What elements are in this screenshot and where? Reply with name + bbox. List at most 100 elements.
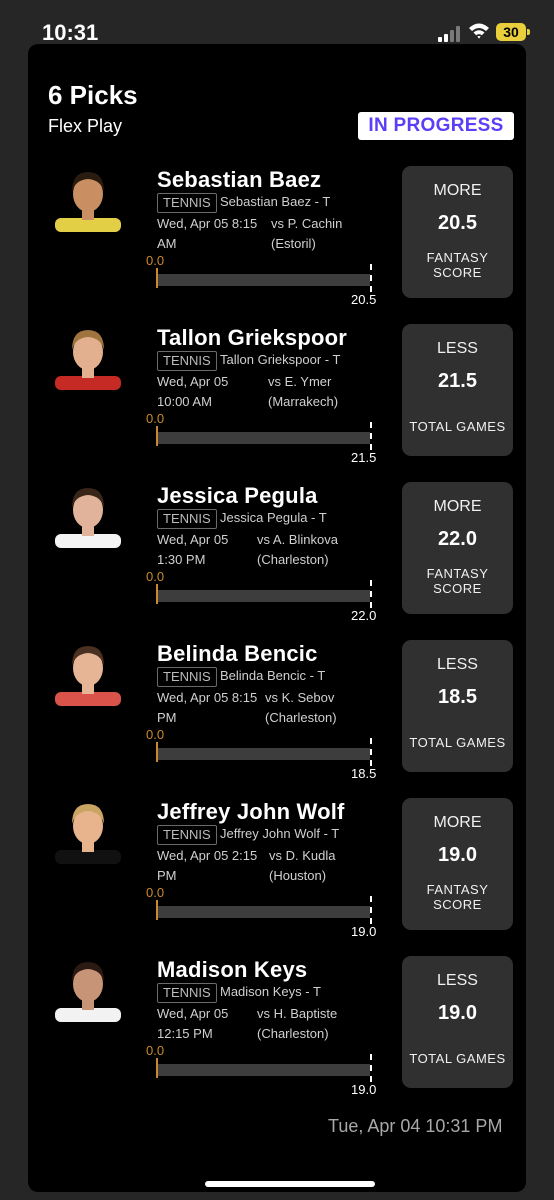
game-date: Wed, Apr 05 2:15 xyxy=(157,848,258,863)
opponent: vs H. Baptiste xyxy=(257,1006,338,1021)
projection-box[interactable]: LESS 18.5 TOTAL GAMES xyxy=(402,640,513,772)
target-line-value: 19.0 xyxy=(351,924,377,939)
player-name: Madison Keys xyxy=(157,957,308,982)
target-line-value: 21.5 xyxy=(351,450,377,465)
pick-card-6[interactable]: Madison Keys TENNIS Madison Keys - T Wed… xyxy=(0,956,554,1114)
target-line-value: 18.5 xyxy=(351,766,377,781)
current-value: 0.0 xyxy=(146,727,165,742)
game-time: 10:00 AM xyxy=(157,394,212,409)
target-line-value: 19.0 xyxy=(351,1082,377,1097)
pick-card-3[interactable]: Jessica Pegula TENNIS Jessica Pegula - T… xyxy=(0,482,554,640)
pick-card-2[interactable]: Tallon Griekspoor TENNIS Tallon Griekspo… xyxy=(0,324,554,482)
target-line-value: 22.0 xyxy=(351,608,377,623)
player-avatar xyxy=(55,172,121,232)
projection-value: 18.5 xyxy=(438,686,477,708)
stat-type: TOTAL GAMES xyxy=(409,1051,506,1066)
player-name: Jessica Pegula xyxy=(157,483,318,508)
sport-tag: TENNIS xyxy=(157,667,217,687)
stat-type-second-line: SCORE xyxy=(433,581,482,596)
progress-start-marker xyxy=(156,900,158,920)
projection-direction: MORE xyxy=(433,814,482,831)
projection-box[interactable]: MORE 20.5 FANTASY SCORE xyxy=(402,166,513,298)
player-name: Tallon Griekspoor xyxy=(157,325,348,350)
tournament: (Estoril) xyxy=(271,236,316,251)
tournament: (Charleston) xyxy=(257,1026,329,1041)
player-avatar xyxy=(55,804,121,864)
game-time: AM xyxy=(157,236,177,251)
game-date: Wed, Apr 05 8:15 xyxy=(157,216,258,231)
sport-tag: TENNIS xyxy=(157,509,217,529)
pick-label: Jeffrey John Wolf - T xyxy=(220,826,340,841)
tournament: (Charleston) xyxy=(257,552,329,567)
projection-value: 21.5 xyxy=(438,370,477,392)
player-name: Sebastian Baez xyxy=(157,167,322,192)
game-date: Wed, Apr 05 xyxy=(157,532,229,547)
cellular-signal-icon xyxy=(438,26,464,42)
progress-bar xyxy=(157,590,370,602)
projection-box[interactable]: LESS 19.0 TOTAL GAMES xyxy=(402,956,513,1088)
current-value: 0.0 xyxy=(146,411,165,426)
pick-label: Belinda Bencic - T xyxy=(220,668,326,683)
sport-tag: TENNIS xyxy=(157,825,217,845)
tournament: (Marrakech) xyxy=(268,394,339,409)
progress-start-marker xyxy=(156,742,158,762)
projection-direction: MORE xyxy=(433,182,482,199)
player-avatar xyxy=(55,962,121,1022)
progress-start-marker xyxy=(156,426,158,446)
battery-tip xyxy=(527,29,530,35)
progress-start-marker xyxy=(156,584,158,604)
target-line-marker xyxy=(370,738,372,766)
sport-tag: TENNIS xyxy=(157,351,217,371)
sport-tag: TENNIS xyxy=(157,193,217,213)
home-indicator[interactable] xyxy=(205,1181,375,1187)
target-line-marker xyxy=(370,896,372,924)
progress-bar xyxy=(157,274,370,286)
pick-label: Tallon Griekspoor - T xyxy=(220,352,341,367)
pick-label: Sebastian Baez - T xyxy=(220,194,331,209)
stat-type-second-line: SCORE xyxy=(433,897,482,912)
battery-icon: 30 xyxy=(496,23,526,41)
sport-tag: TENNIS xyxy=(157,983,217,1003)
status-time: 10:31 xyxy=(42,20,99,45)
projection-box[interactable]: MORE 19.0 FANTASY SCORE xyxy=(402,798,513,930)
progress-start-marker xyxy=(156,1058,158,1078)
current-value: 0.0 xyxy=(146,885,165,900)
game-time: 1:30 PM xyxy=(157,552,206,567)
player-name: Belinda Bencic xyxy=(157,641,318,666)
target-line-marker xyxy=(370,422,372,450)
current-value: 0.0 xyxy=(146,1043,165,1058)
progress-start-marker xyxy=(156,268,158,288)
play-type-label: Flex Play xyxy=(48,116,123,136)
projection-value: 19.0 xyxy=(438,844,477,866)
pick-card-5[interactable]: Jeffrey John Wolf TENNIS Jeffrey John Wo… xyxy=(0,798,554,956)
opponent: vs E. Ymer xyxy=(268,374,332,389)
projection-value: 19.0 xyxy=(438,1002,477,1024)
progress-bar xyxy=(157,1064,370,1076)
stat-type: FANTASY xyxy=(426,250,489,265)
game-date: Wed, Apr 05 xyxy=(157,374,229,389)
opponent: vs D. Kudla xyxy=(269,848,336,863)
player-avatar xyxy=(55,330,121,390)
target-line-value: 20.5 xyxy=(351,292,377,307)
opponent: vs K. Sebov xyxy=(265,690,335,705)
current-value: 0.0 xyxy=(146,569,165,584)
timestamp: Tue, Apr 04 10:31 PM xyxy=(328,1116,503,1136)
page-title: 6 Picks xyxy=(48,80,138,110)
projection-box[interactable]: LESS 21.5 TOTAL GAMES xyxy=(402,324,513,456)
target-line-marker xyxy=(370,1054,372,1082)
pick-card-1[interactable]: Sebastian Baez TENNIS Sebastian Baez - T… xyxy=(0,166,554,324)
status-badge: IN PROGRESS xyxy=(358,112,514,140)
stat-type: FANTASY xyxy=(426,566,489,581)
projection-box[interactable]: MORE 22.0 FANTASY SCORE xyxy=(402,482,513,614)
target-line-marker xyxy=(370,264,372,292)
current-value: 0.0 xyxy=(146,253,165,268)
projection-direction: LESS xyxy=(437,340,478,357)
stat-type: TOTAL GAMES xyxy=(409,735,506,750)
pick-card-4[interactable]: Belinda Bencic TENNIS Belinda Bencic - T… xyxy=(0,640,554,798)
projection-value: 22.0 xyxy=(438,528,477,550)
game-date: Wed, Apr 05 8:15 xyxy=(157,690,258,705)
game-time: PM xyxy=(157,868,177,883)
tournament: (Charleston) xyxy=(265,710,337,725)
player-name: Jeffrey John Wolf xyxy=(157,799,345,824)
game-time: 12:15 PM xyxy=(157,1026,213,1041)
